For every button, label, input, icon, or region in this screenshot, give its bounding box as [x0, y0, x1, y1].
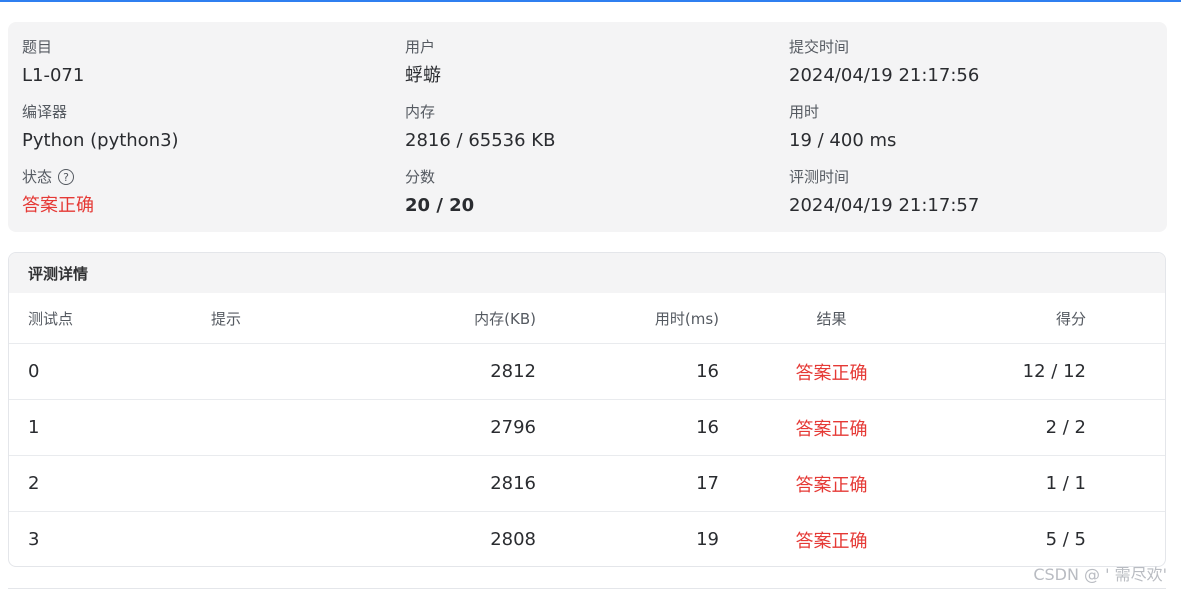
judge-detail-card: 评测详情 测试点 提示 内存(KB) 用时(ms) 结果 得分 0 2812 1… [8, 252, 1166, 567]
judge-time-label: 评测时间 [789, 168, 850, 186]
info-submit-time: 提交时间 2024/04/19 21:17:56 [789, 37, 979, 89]
row-time: 16 [696, 417, 719, 438]
compiler-label: 编译器 [22, 103, 68, 121]
info-compiler: 编译器 Python (python3) [22, 102, 179, 154]
table-row: 3 2808 19 答案正确 5 / 5 [9, 512, 1165, 566]
col-header-result: 结果 [816, 309, 847, 328]
problem-value[interactable]: L1-071 [22, 63, 84, 89]
info-time-used: 用时 19 / 400 ms [789, 102, 896, 154]
table-header: 测试点 提示 内存(KB) 用时(ms) 结果 得分 [9, 293, 1165, 344]
detail-title: 评测详情 [9, 253, 1165, 293]
problem-label: 题目 [22, 38, 53, 56]
col-header-id: 测试点 [28, 309, 74, 328]
row-id: 1 [28, 417, 40, 438]
time-used-value: 19 / 400 ms [789, 130, 897, 151]
col-header-memory: 内存(KB) [474, 309, 536, 328]
row-result: 答案正确 [795, 362, 868, 384]
row-score: 5 / 5 [1045, 529, 1086, 550]
info-status: 状态 ? 答案正确 [22, 167, 94, 219]
user-value[interactable]: 蜉蝣 [405, 63, 441, 89]
row-time: 19 [696, 529, 719, 550]
row-memory: 2808 [490, 529, 536, 550]
info-user: 用户 蜉蝣 [405, 37, 441, 89]
row-score: 2 / 2 [1045, 417, 1086, 438]
row-id: 2 [28, 473, 40, 494]
row-memory: 2816 [490, 473, 536, 494]
help-circle-icon[interactable]: ? [58, 169, 75, 185]
row-memory: 2796 [490, 417, 536, 438]
col-header-hint: 提示 [211, 309, 242, 328]
score-value: 20 / 20 [405, 195, 475, 216]
col-header-score: 得分 [1055, 309, 1086, 328]
judge-time-value: 2024/04/19 21:17:57 [789, 195, 980, 216]
status-label-row: 状态 ? [22, 167, 94, 187]
row-time: 16 [696, 361, 719, 382]
memory-label: 内存 [405, 103, 436, 121]
table-row: 0 2812 16 答案正确 12 / 12 [9, 344, 1165, 400]
csdn-watermark: CSDN @ ' 需尽欢' [1033, 565, 1167, 584]
top-accent-line [0, 0, 1181, 2]
row-score: 1 / 1 [1045, 473, 1086, 494]
row-score: 12 / 12 [1022, 361, 1086, 382]
status-label: 状态 [22, 168, 53, 186]
info-problem: 题目 L1-071 [22, 37, 84, 89]
table-row: 1 2796 16 答案正确 2 / 2 [9, 400, 1165, 456]
row-result: 答案正确 [795, 530, 868, 552]
row-result: 答案正确 [795, 418, 868, 440]
time-used-label: 用时 [789, 103, 820, 121]
submission-info-card: 题目 L1-071 用户 蜉蝣 提交时间 2024/04/19 21:17:56… [8, 22, 1167, 232]
submit-time-label: 提交时间 [789, 38, 850, 56]
row-time: 17 [696, 473, 719, 494]
row-result: 答案正确 [795, 474, 868, 496]
table-row: 2 2816 17 答案正确 1 / 1 [9, 456, 1165, 512]
info-score: 分数 20 / 20 [405, 167, 474, 219]
submit-time-value: 2024/04/19 21:17:56 [789, 65, 980, 86]
col-header-time: 用时(ms) [654, 309, 719, 328]
status-value: 答案正确 [22, 195, 94, 216]
row-memory: 2812 [490, 361, 536, 382]
user-label: 用户 [405, 38, 436, 56]
memory-value: 2816 / 65536 KB [405, 130, 556, 151]
row-id: 3 [28, 529, 40, 550]
compiler-value: Python (python3) [22, 130, 179, 151]
score-label: 分数 [405, 168, 436, 186]
row-id: 0 [28, 361, 40, 382]
bottom-divider [8, 588, 1166, 589]
info-judge-time: 评测时间 2024/04/19 21:17:57 [789, 167, 979, 219]
info-memory: 内存 2816 / 65536 KB [405, 102, 555, 154]
